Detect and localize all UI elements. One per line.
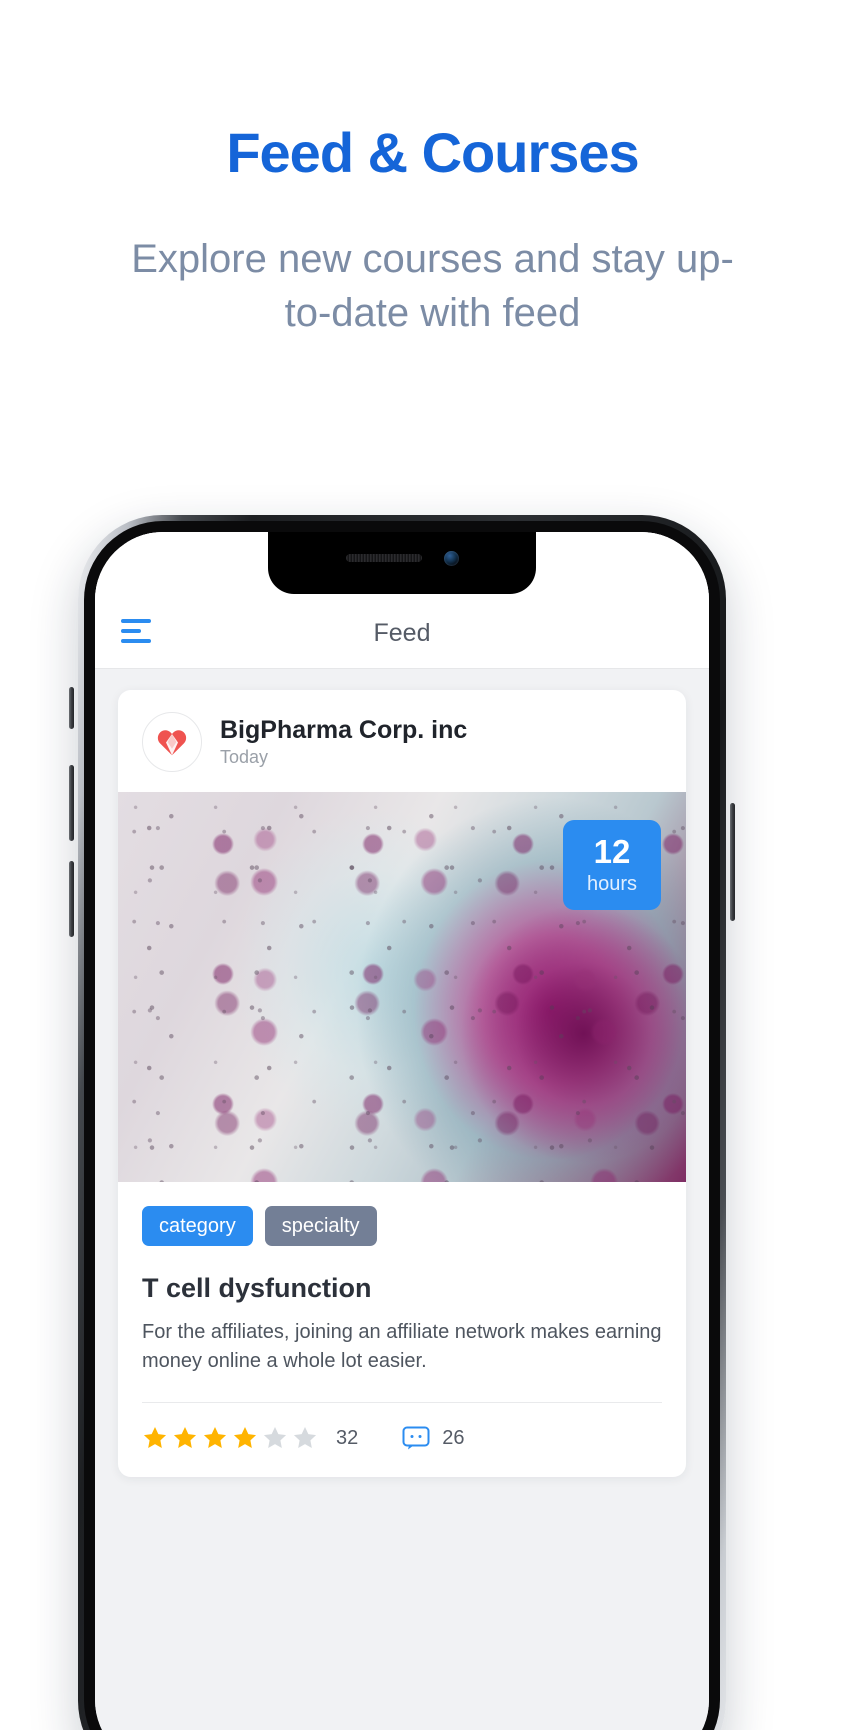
post-media-image: 12 hours <box>118 792 686 1182</box>
post-author-name: BigPharma Corp. inc <box>220 715 468 744</box>
front-camera-icon <box>443 550 459 566</box>
phone-device-frame: Feed BigPharma Corp. inc Today 12 hours … <box>69 515 735 1730</box>
earpiece-speaker-icon <box>345 554 422 562</box>
volume-up-button[interactable] <box>69 765 74 841</box>
star-empty-icon[interactable] <box>292 1425 318 1451</box>
post-author-block: BigPharma Corp. inc Today <box>220 716 467 769</box>
post-timestamp: Today <box>220 747 269 768</box>
power-button[interactable] <box>730 803 735 921</box>
post-tags: category specialty <box>142 1206 662 1246</box>
comments-control[interactable]: 26 <box>402 1426 465 1450</box>
post-body: category specialty T cell dysfunction Fo… <box>118 1182 686 1403</box>
star-filled-icon[interactable] <box>232 1425 258 1451</box>
rating-stars[interactable] <box>142 1425 318 1451</box>
rating-count: 32 <box>336 1426 359 1449</box>
feed-post-card[interactable]: BigPharma Corp. inc Today 12 hours categ… <box>118 690 686 1477</box>
tag-category[interactable]: category <box>142 1206 253 1246</box>
post-title: T cell dysfunction <box>142 1273 372 1303</box>
star-empty-icon[interactable] <box>262 1425 288 1451</box>
star-filled-icon[interactable] <box>202 1425 228 1451</box>
heart-logo-icon <box>157 730 187 756</box>
star-filled-icon[interactable] <box>172 1425 198 1451</box>
tag-specialty[interactable]: specialty <box>264 1206 377 1246</box>
comment-count: 26 <box>442 1426 465 1449</box>
star-filled-icon[interactable] <box>142 1425 168 1451</box>
post-header: BigPharma Corp. inc Today <box>118 690 686 792</box>
duration-badge: 12 hours <box>563 820 661 910</box>
duration-value: 12 <box>593 832 631 870</box>
hamburger-line-3 <box>121 639 151 643</box>
feed-list: BigPharma Corp. inc Today 12 hours categ… <box>95 668 709 1477</box>
phone-screen: Feed BigPharma Corp. inc Today 12 hours … <box>95 532 709 1730</box>
page-root: Feed & Courses Explore new courses and s… <box>0 0 865 1730</box>
avatar <box>142 712 202 772</box>
silent-switch[interactable] <box>69 687 74 729</box>
hamburger-line-2 <box>121 629 141 633</box>
phone-bezel: Feed BigPharma Corp. inc Today 12 hours … <box>84 521 720 1730</box>
post-description: For the affiliates, joining an affiliate… <box>142 1321 662 1372</box>
navbar-title: Feed <box>373 619 431 647</box>
page-title: Feed & Courses <box>226 121 639 184</box>
phone-notch <box>268 532 536 594</box>
app-viewport: Feed BigPharma Corp. inc Today 12 hours … <box>95 532 709 1730</box>
duration-unit: hours <box>586 872 638 895</box>
hamburger-menu-icon[interactable] <box>121 619 155 646</box>
post-footer: 32 26 <box>118 1403 686 1477</box>
volume-down-button[interactable] <box>69 861 74 937</box>
hamburger-line-1 <box>121 619 151 623</box>
page-subtitle: Explore new courses and stay up-to-date … <box>131 237 734 335</box>
comment-bubble-icon[interactable] <box>402 1426 430 1450</box>
